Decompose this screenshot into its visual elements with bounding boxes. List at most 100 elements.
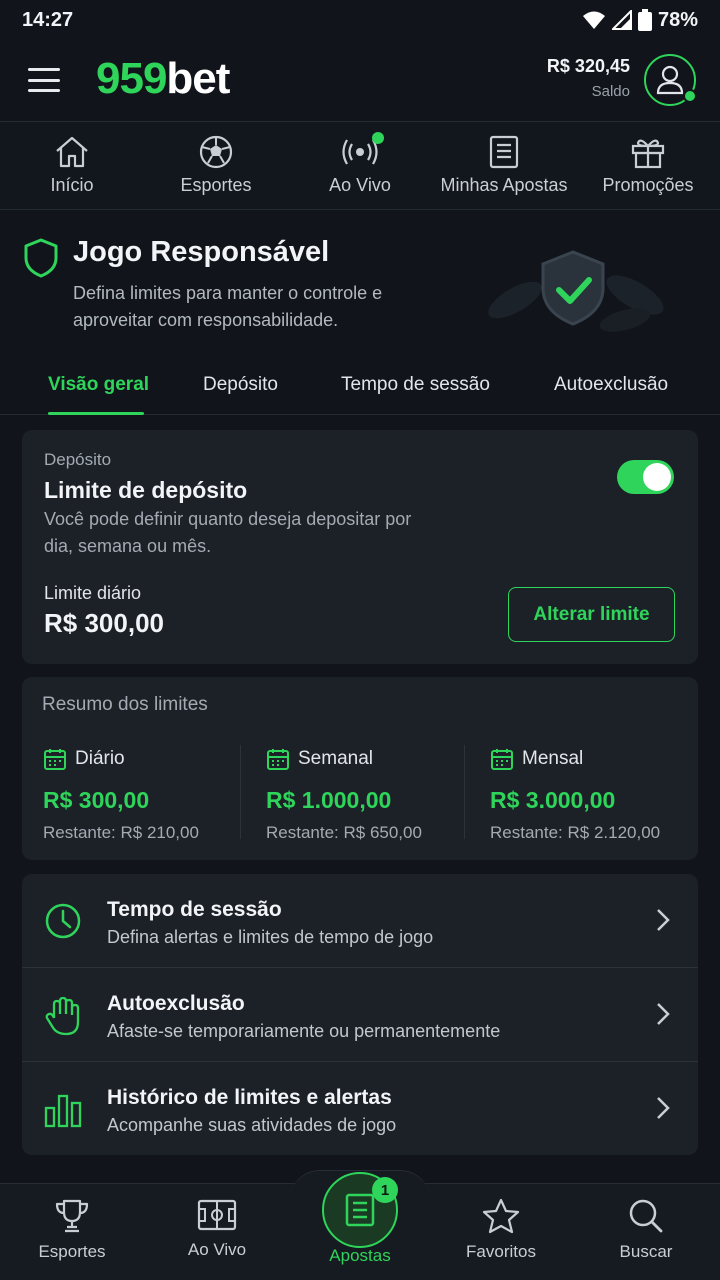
- logo[interactable]: 959bet: [96, 54, 230, 104]
- section-tabs: Visão geral Depósito Tempo de sessão Aut…: [0, 360, 720, 415]
- gift-icon: [631, 139, 665, 169]
- balance-label: Saldo: [591, 83, 630, 100]
- shield-check-illustration: [488, 250, 664, 332]
- bets-count-badge: 1: [372, 1177, 398, 1203]
- top-nav-label: Promoções: [602, 175, 694, 195]
- wifi-icon: [582, 11, 605, 29]
- summary-daily: Diário R$ 300,00 Restante: R$ 210,00: [43, 747, 243, 843]
- summary-remaining: Restante: R$ 650,00: [266, 823, 422, 842]
- divider: [464, 745, 465, 839]
- top-nav-label: Minhas Apostas: [440, 175, 568, 195]
- star-icon: [482, 1198, 520, 1234]
- top-nav-item-inicio[interactable]: Início: [0, 122, 144, 209]
- battery-percent: 78%: [657, 8, 698, 31]
- active-tab-indicator: [48, 412, 144, 415]
- balance[interactable]: R$ 320,45 Saldo: [547, 56, 630, 100]
- summary-monthly: Mensal R$ 3.000,00 Restante: R$ 2.120,00: [490, 747, 690, 843]
- bar-chart-icon: [44, 1094, 82, 1128]
- top-nav: Início Esportes Ao Vivo Minhas Apostas P…: [0, 122, 720, 210]
- logo-text: bet: [166, 54, 230, 103]
- bottom-nav-label: Apostas: [329, 1246, 391, 1265]
- summary-heading: Resumo dos limites: [42, 694, 208, 715]
- summary-label: Mensal: [522, 748, 584, 769]
- balance-amount: R$ 320,45: [546, 56, 630, 76]
- list-item-tempo-de-sessao[interactable]: Tempo de sessão Defina alertas e limites…: [22, 874, 698, 967]
- bottom-nav-item-ao-vivo[interactable]: Ao Vivo: [157, 1198, 277, 1260]
- bottom-nav: Esportes Ao Vivo 1 Apostas Favoritos Bus…: [0, 1170, 720, 1280]
- trophy-icon: [55, 1199, 89, 1233]
- app-header: 959bet R$ 320,45 Saldo: [0, 40, 720, 122]
- card-title: Limite de depósito: [44, 477, 248, 503]
- logo-number: 959: [96, 54, 167, 103]
- chevron-right-icon: [657, 1003, 670, 1025]
- online-indicator: [683, 89, 697, 103]
- tab-visao-geral[interactable]: Visão geral: [48, 374, 149, 396]
- top-nav-label: Início: [50, 175, 94, 195]
- daily-limit-label: Limite diário: [44, 583, 142, 603]
- list-item-autoexclusao[interactable]: Autoexclusão Afaste-se temporariamente o…: [22, 968, 698, 1061]
- deposit-limit-card: Depósito Limite de depósito Você pode de…: [22, 430, 698, 664]
- responsible-gaming-hero: Jogo Responsável Defina limites para man…: [0, 210, 720, 350]
- page-subtitle: Defina limites para manter o controle e …: [73, 283, 383, 330]
- top-nav-item-ao-vivo[interactable]: Ao Vivo: [288, 122, 432, 209]
- battery-icon: [637, 9, 652, 31]
- summary-remaining: Restante: R$ 210,00: [43, 823, 199, 842]
- chevron-right-icon: [657, 909, 670, 931]
- signal-icon: [611, 10, 632, 30]
- bottom-nav-item-favoritos[interactable]: Favoritos: [441, 1198, 561, 1262]
- bottom-nav-label: Ao Vivo: [187, 1240, 247, 1259]
- field-icon: [197, 1199, 237, 1231]
- summary-label: Diário: [75, 748, 125, 769]
- soccer-ball-icon: [199, 135, 233, 169]
- list-item-subtitle: Defina alertas e limites de tempo de jog…: [107, 927, 434, 947]
- top-nav-item-promocoes[interactable]: Promoções: [576, 122, 720, 209]
- list-item-subtitle: Afaste-se temporariamente ou permanentem…: [107, 1021, 501, 1041]
- options-list: Tempo de sessão Defina alertas e limites…: [22, 874, 698, 1155]
- summary-value: R$ 1.000,00: [266, 787, 392, 813]
- top-nav-label: Ao Vivo: [329, 175, 391, 195]
- user-icon: [656, 65, 684, 95]
- tab-tempo-de-sessao[interactable]: Tempo de sessão: [341, 374, 490, 396]
- clock-icon: [45, 903, 81, 939]
- search-icon: [629, 1199, 663, 1233]
- page-title: Jogo Responsável: [73, 236, 330, 268]
- limits-summary-card: Resumo dos limites Diário R$ 300,00 Rest…: [22, 677, 698, 860]
- calendar-icon: [267, 749, 289, 770]
- list-item-title: Histórico de limites e alertas: [107, 1086, 392, 1109]
- status-time: 14:27: [22, 8, 74, 31]
- status-bar: 14:27 78%: [0, 0, 720, 40]
- tab-deposito[interactable]: Depósito: [203, 374, 278, 396]
- bet-slip-icon: [489, 135, 519, 169]
- top-nav-label: Esportes: [180, 175, 252, 195]
- list-item-subtitle: Acompanhe suas atividades de jogo: [107, 1115, 397, 1135]
- avatar[interactable]: [644, 54, 697, 106]
- bottom-nav-item-buscar[interactable]: Buscar: [586, 1198, 706, 1262]
- bottom-nav-label: Esportes: [38, 1242, 106, 1261]
- change-limit-button[interactable]: Alterar limite: [508, 587, 675, 642]
- summary-label: Semanal: [298, 748, 373, 769]
- list-item-historico[interactable]: Histórico de limites e alertas Acompanhe…: [22, 1062, 698, 1155]
- divider: [240, 745, 241, 839]
- home-icon: [56, 136, 88, 168]
- summary-value: R$ 3.000,00: [490, 787, 616, 813]
- calendar-icon: [44, 749, 66, 770]
- toggle-knob: [643, 463, 671, 491]
- status-icons: 78%: [582, 9, 698, 32]
- summary-value: R$ 300,00: [43, 787, 150, 813]
- bottom-nav-label: Buscar: [619, 1242, 673, 1261]
- bottom-nav-item-esportes[interactable]: Esportes: [12, 1198, 132, 1262]
- chevron-right-icon: [657, 1097, 670, 1119]
- bottom-nav-label: Favoritos: [466, 1242, 536, 1261]
- card-description: Você pode definir quanto deseja deposita…: [44, 509, 412, 556]
- top-nav-item-minhas-apostas[interactable]: Minhas Apostas: [432, 122, 576, 209]
- tab-autoexclusao[interactable]: Autoexclusão: [554, 374, 668, 396]
- deposit-limit-toggle[interactable]: [617, 460, 674, 494]
- card-kicker: Depósito: [44, 450, 112, 469]
- list-item-title: Tempo de sessão: [107, 898, 282, 921]
- calendar-icon: [491, 749, 513, 770]
- top-nav-item-esportes[interactable]: Esportes: [144, 122, 288, 209]
- menu-icon[interactable]: [28, 68, 60, 92]
- shield-icon: [24, 238, 58, 278]
- bet-slip-icon: [345, 1193, 375, 1227]
- live-indicator-dot: [372, 132, 384, 144]
